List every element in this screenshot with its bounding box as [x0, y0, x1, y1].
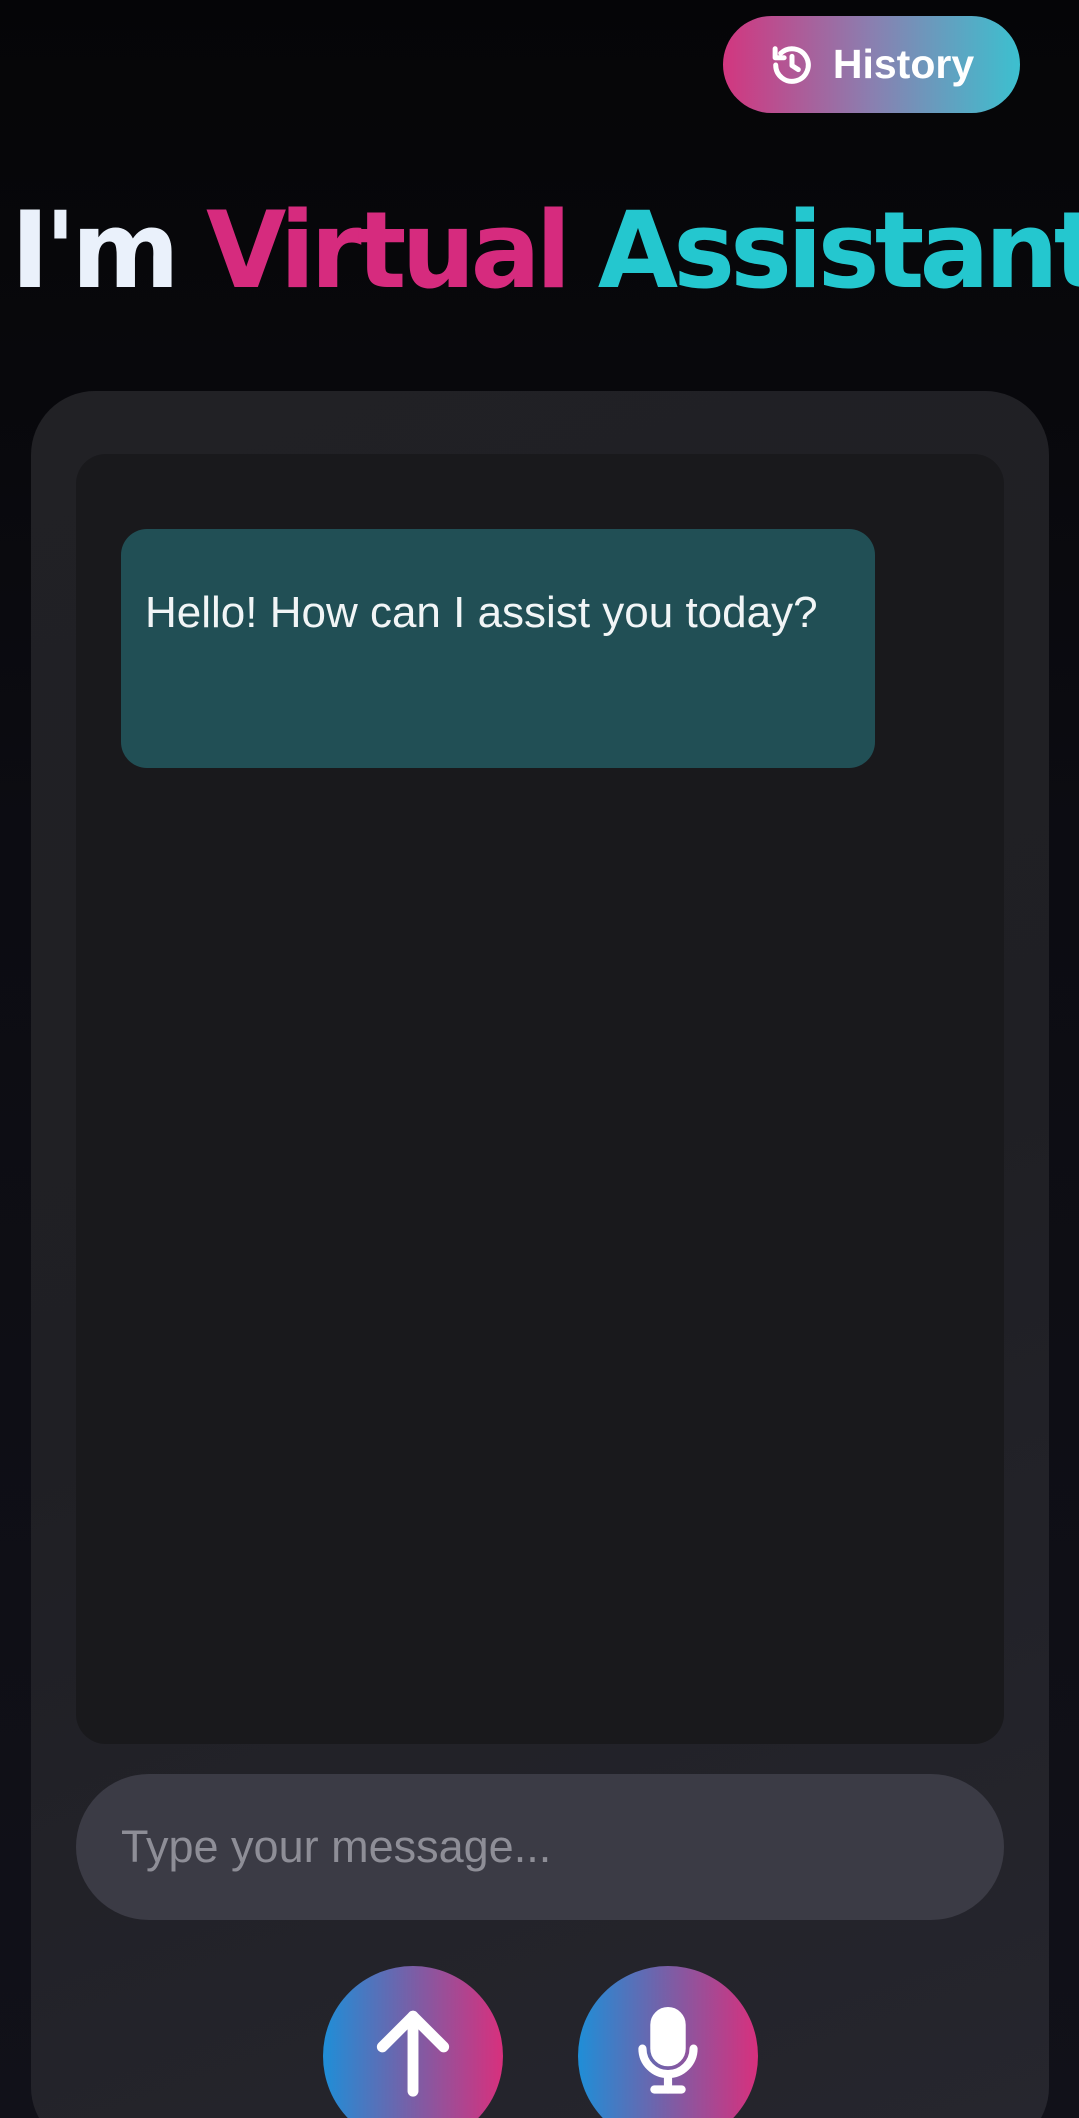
page-title: I'm Virtual Assistant: [11, 198, 1079, 304]
arrow-up-icon: [376, 2010, 450, 2097]
mic-button[interactable]: [578, 1966, 758, 2118]
title-im: I'm: [10, 189, 207, 312]
history-icon: [772, 45, 811, 84]
title-virtual: Virtual: [206, 189, 571, 312]
history-button[interactable]: History: [723, 16, 1020, 113]
chat-card: Hello! How can I assist you today?: [31, 391, 1049, 2118]
message-input[interactable]: [76, 1774, 1004, 1920]
title-assistant: Assistant: [566, 189, 1079, 312]
messages-panel[interactable]: Hello! How can I assist you today?: [76, 454, 1004, 1744]
assistant-message-bubble: Hello! How can I assist you today?: [121, 529, 875, 768]
send-button[interactable]: [323, 1966, 503, 2118]
assistant-page: History I'm Virtual Assistant Hello! How…: [0, 0, 1079, 2118]
microphone-icon: [638, 2007, 698, 2094]
history-label: History: [832, 41, 975, 87]
